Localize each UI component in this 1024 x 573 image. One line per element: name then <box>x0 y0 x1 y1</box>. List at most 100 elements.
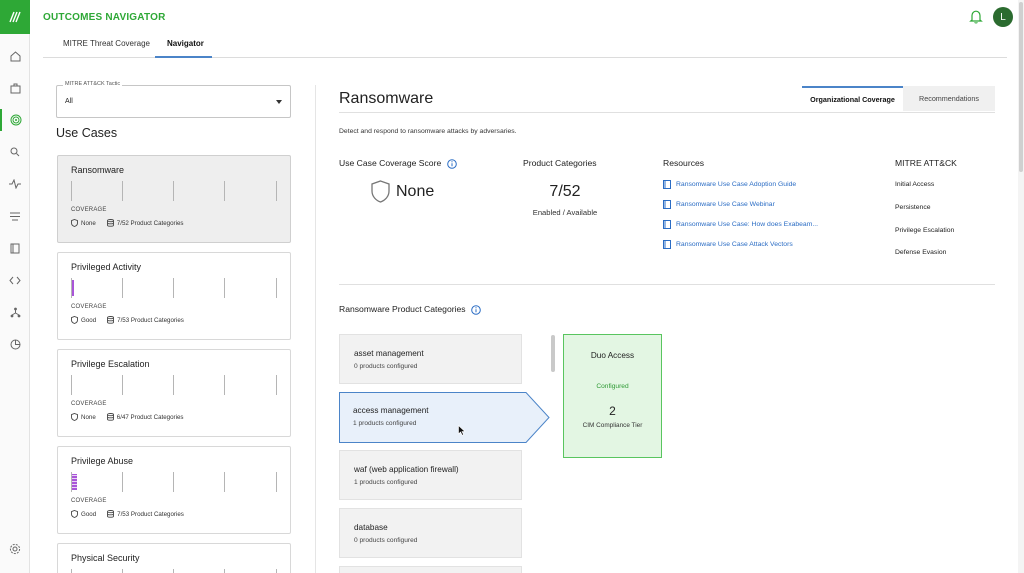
coverage-score-label: Use Case Coverage Score <box>339 158 442 168</box>
home-icon[interactable] <box>0 45 30 67</box>
meter-tick <box>122 375 123 395</box>
coverage-value: Good <box>81 510 97 518</box>
use-case-card-physical-security[interactable]: Physical Security <box>57 543 291 573</box>
use-case-card-privilege-abuse[interactable]: Privilege Abuse COVERAGE Good 7/53 Produ… <box>57 446 291 534</box>
resources-label: Resources <box>663 158 705 168</box>
activity-icon[interactable] <box>0 173 30 195</box>
coverage-label: COVERAGE <box>71 401 107 407</box>
resource-link[interactable]: Ransomware Use Case Attack Vectors <box>663 240 793 249</box>
product-categories-count: 7/52 Product Categories <box>116 219 184 227</box>
product-card-duo-access[interactable]: Duo Access Configured 2 CIM Compliance T… <box>563 334 662 458</box>
info-icon[interactable] <box>446 158 457 169</box>
category-status: 0 products configured <box>354 537 418 544</box>
categories-scrollbar[interactable] <box>551 335 555 372</box>
resource-link[interactable]: Ransomware Use Case Webinar <box>663 200 775 209</box>
meter-tick <box>224 278 225 298</box>
app-logo-icon[interactable] <box>0 0 30 34</box>
coverage-value: None <box>81 219 96 227</box>
resource-link[interactable]: Ransomware Use Case Adoption Guide <box>663 180 796 189</box>
product-categories-label: Product Categories <box>523 158 597 168</box>
avatar[interactable]: L <box>993 7 1013 27</box>
settings-icon[interactable] <box>0 538 30 560</box>
product-categories-sub: Enabled / Available <box>532 208 598 217</box>
shield-icon <box>371 180 390 203</box>
meter-tick <box>224 375 225 395</box>
briefcase-icon[interactable] <box>0 77 30 99</box>
category-name: access management <box>353 406 429 415</box>
shield-icon <box>71 219 78 227</box>
resource-link-label: Ransomware Use Case Adoption Guide <box>676 181 797 188</box>
use-case-card-ransomware[interactable]: Ransomware COVERAGE None 7/52 Product Ca… <box>57 155 291 243</box>
use-case-name: Privilege Escalation <box>71 359 150 369</box>
database-icon <box>107 316 115 324</box>
book-icon[interactable] <box>0 237 30 259</box>
coverage-meter <box>71 569 277 573</box>
coverage-score-value: None <box>396 182 435 200</box>
book-icon <box>663 240 671 249</box>
tab-recommendations[interactable]: Recommendations <box>903 86 995 111</box>
use-case-name: Physical Security <box>71 553 140 563</box>
coverage-meter <box>71 181 277 201</box>
tactic-select-value: All <box>65 98 73 105</box>
coverage-score-heading: Use Case Coverage Score <box>339 158 457 169</box>
page-scrollbar-thumb[interactable] <box>1019 2 1023 172</box>
coverage-meta: None 7/52 Product Categories <box>71 219 184 227</box>
mitre-tactic-item: Defense Evasion <box>895 249 947 256</box>
category-card-waf[interactable]: waf (web application firewall) 1 product… <box>339 450 522 500</box>
meter-tick <box>173 472 174 492</box>
pie-chart-icon[interactable] <box>0 333 30 355</box>
meter-tick <box>122 569 123 573</box>
use-case-name: Privileged Activity <box>71 262 142 272</box>
meter-tick <box>122 181 123 201</box>
tab-organizational-coverage[interactable]: Organizational Coverage <box>802 86 903 111</box>
detail-tabs: Organizational Coverage Recommendations <box>802 86 995 111</box>
tactic-select-label: MITRE ATT&CK Tactic <box>63 81 123 87</box>
category-name: waf (web application firewall) <box>354 465 459 474</box>
meter-tick <box>173 278 174 298</box>
use-cases-heading: Use Cases <box>56 126 118 140</box>
bell-icon[interactable] <box>969 9 983 29</box>
category-card-database[interactable]: database 0 products configured <box>339 508 522 558</box>
product-categories-count: 6/47 Product Categories <box>116 413 184 421</box>
page-scrollbar[interactable] <box>1018 0 1024 573</box>
meter-tick <box>71 472 72 492</box>
info-icon[interactable] <box>471 304 481 315</box>
resource-link[interactable]: Ransomware Use Case: How does Exabeam... <box>663 220 818 229</box>
coverage-value: Good <box>81 316 97 324</box>
category-status: 1 products configured <box>353 420 417 427</box>
product-name: Duo Access <box>590 351 635 360</box>
list-icon[interactable] <box>0 205 30 227</box>
search-icon[interactable] <box>0 141 30 163</box>
hierarchy-icon[interactable] <box>0 301 30 323</box>
product-categories-count: 7/52 <box>549 183 581 200</box>
book-icon <box>663 220 671 229</box>
coverage-meta: Good 7/53 Product Categories <box>71 510 184 518</box>
resource-link-label: Ransomware Use Case: How does Exabeam... <box>676 221 819 228</box>
meter-tick <box>71 569 72 573</box>
book-icon <box>663 200 671 209</box>
use-case-name: Ransomware <box>71 165 125 175</box>
category-status: 0 products configured <box>354 363 418 370</box>
category-card-asset-management[interactable]: asset management 0 products configured <box>339 334 522 384</box>
meter-tick <box>71 181 72 201</box>
category-card-access-management[interactable]: access management 1 products configured <box>339 392 551 449</box>
product-categories-heading: Ransomware Product Categories <box>339 304 481 315</box>
category-card-next[interactable] <box>339 566 522 573</box>
meter-tick <box>224 181 225 201</box>
meter-tick <box>276 472 277 492</box>
use-case-card-privileged-activity[interactable]: Privileged Activity COVERAGE Good 7/53 P… <box>57 252 291 340</box>
resource-link-label: Ransomware Use Case Webinar <box>676 201 775 208</box>
shield-icon <box>71 510 78 518</box>
tab-mitre-threat-coverage[interactable]: MITRE Threat Coverage <box>63 39 150 58</box>
target-icon[interactable] <box>0 109 30 131</box>
tactic-select[interactable]: MITRE ATT&CK Tactic All <box>56 81 291 118</box>
chevron-down-icon <box>276 100 282 104</box>
section-divider <box>339 284 995 285</box>
use-case-card-privilege-escalation[interactable]: Privilege Escalation COVERAGE None 6/47 … <box>57 349 291 437</box>
coverage-value: None <box>81 413 96 421</box>
meter-tick <box>276 181 277 201</box>
code-icon[interactable] <box>0 269 30 291</box>
category-status: 1 products configured <box>354 479 418 486</box>
database-icon <box>106 219 114 227</box>
app-title: OUTCOMES NAVIGATOR <box>43 12 166 23</box>
